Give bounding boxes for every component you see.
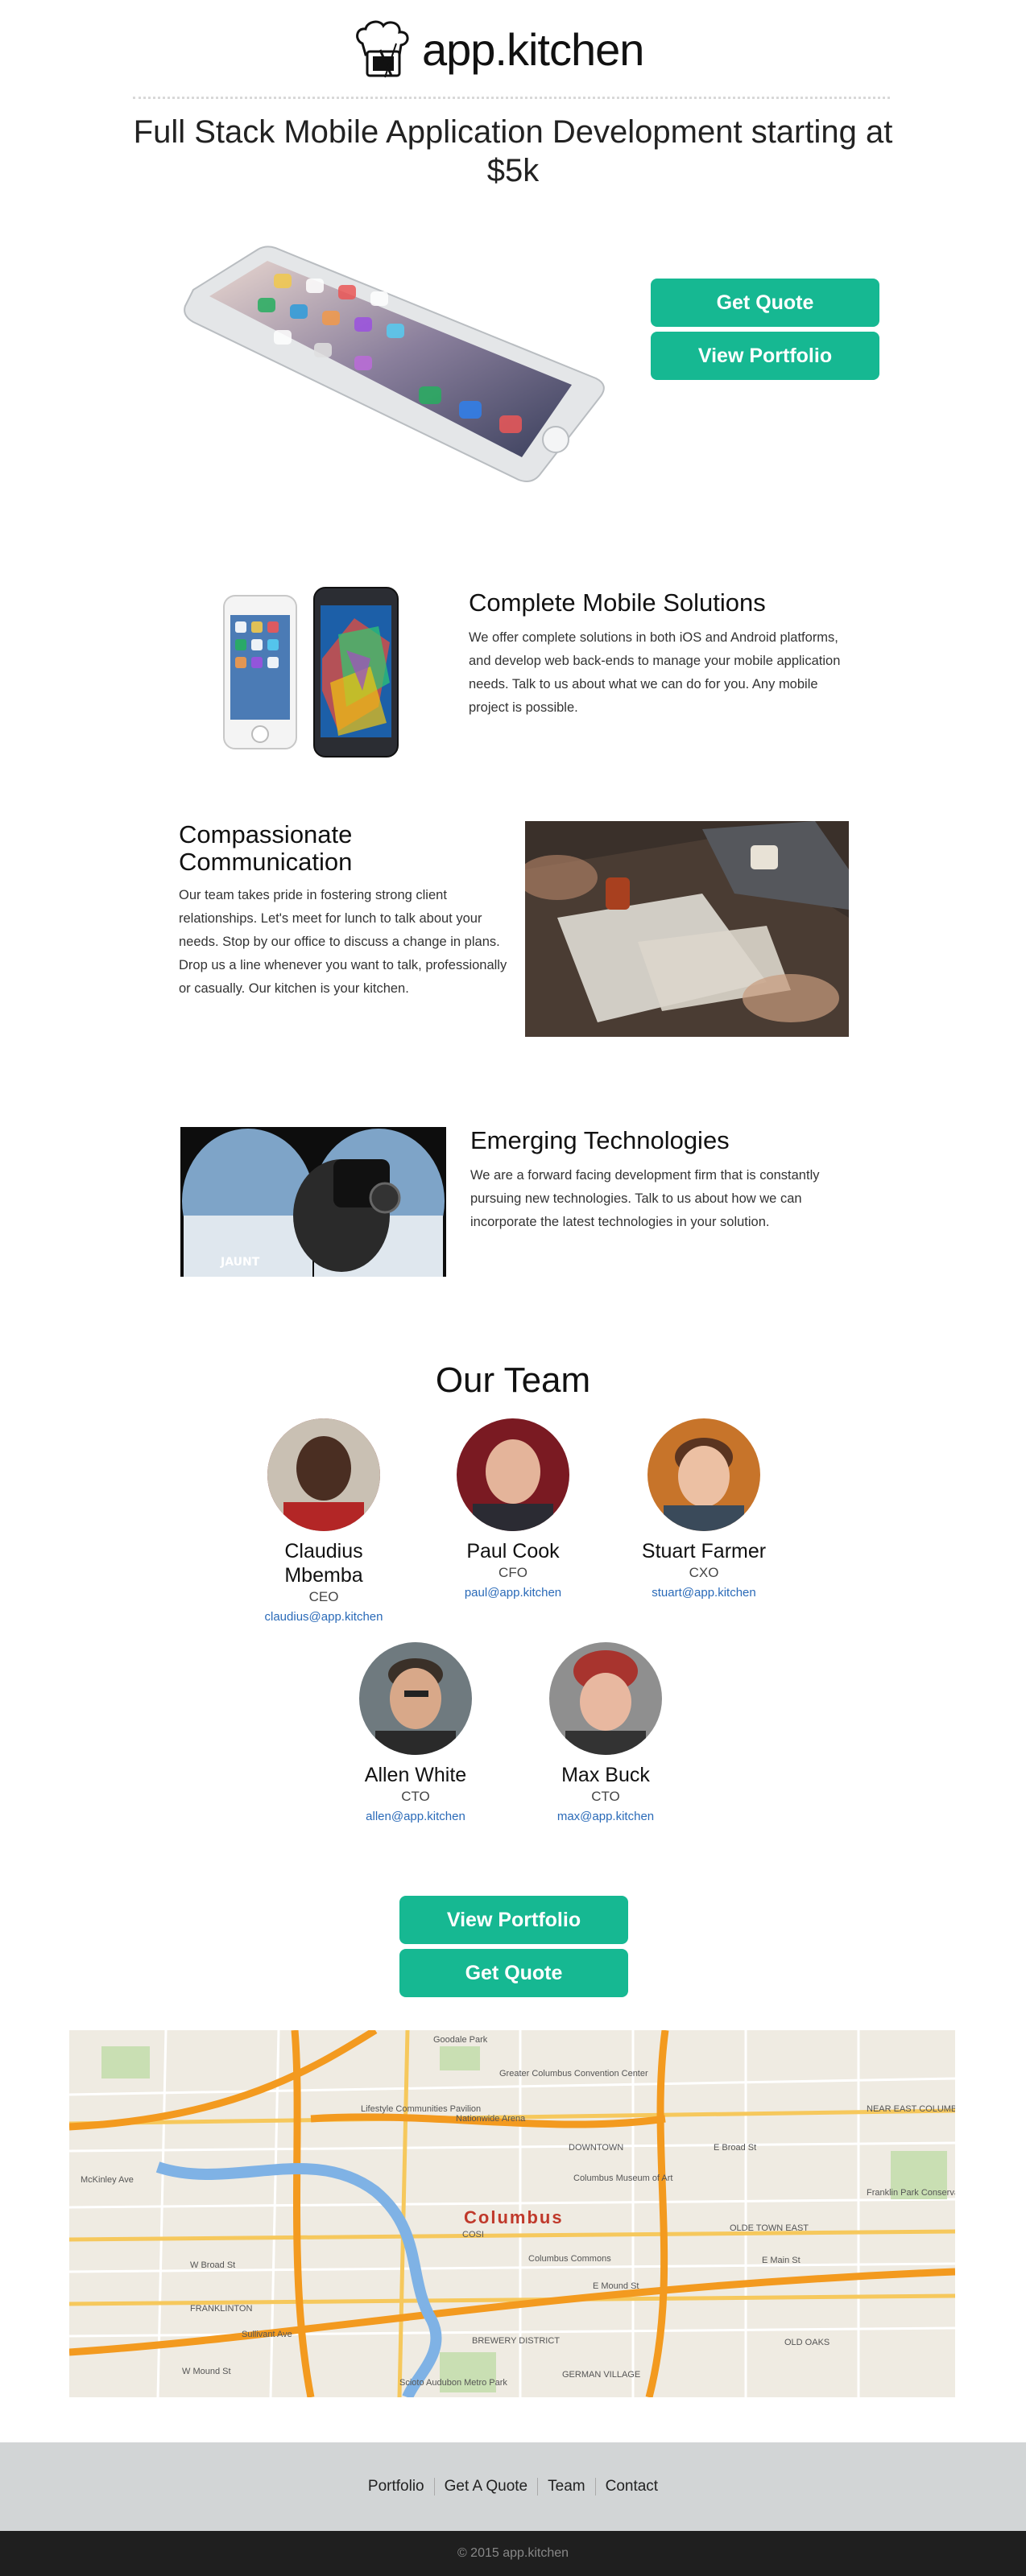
mobile-devices-image	[217, 586, 403, 758]
member-name: Allen White	[364, 1764, 467, 1786]
map-label: Columbus Commons	[528, 2254, 611, 2264]
footer-nav: Portfolio Get A Quote Team Contact	[0, 2442, 1026, 2531]
map-label: BREWERY DISTRICT	[472, 2336, 560, 2346]
site-header: app.kitchen	[0, 0, 1026, 97]
feature-body-communication: Our team takes pride in fostering strong…	[179, 888, 507, 996]
copyright-bar: © 2015 app.kitchen	[0, 2531, 1026, 2576]
bottom-view-portfolio-button[interactable]: View Portfolio	[399, 1896, 628, 1944]
footer-link-get-a-quote[interactable]: Get A Quote	[435, 2478, 539, 2496]
map-label: OLDE TOWN EAST	[730, 2223, 809, 2233]
member-email-link[interactable]: stuart@app.kitchen	[623, 1586, 784, 1600]
page-headline: Full Stack Mobile Application Developmen…	[133, 114, 893, 188]
member-role: CEO	[308, 1589, 339, 1604]
team-member-card: Stuart Farmer CXO stuart@app.kitchen	[623, 1418, 784, 1600]
member-email-link[interactable]: allen@app.kitchen	[335, 1810, 496, 1823]
location-map[interactable]: Columbus Goodale Park Nationwide Arena L…	[69, 2030, 955, 2397]
avatar	[457, 1418, 569, 1531]
team-member-card: Claudius Mbemba CEO claudius@app.kitchen	[243, 1418, 404, 1624]
map-label: DOWNTOWN	[569, 2143, 624, 2153]
map-label: COSI	[462, 2230, 484, 2240]
team-section-title: Our Team	[435, 1360, 591, 1400]
feature-body-mobile: We offer complete solutions in both iOS …	[469, 630, 841, 715]
map-label: Scioto Audubon Metro Park	[399, 2378, 507, 2388]
member-role: CTO	[401, 1789, 430, 1804]
meeting-photo-image	[525, 821, 849, 1037]
map-label: McKinley Ave	[81, 2175, 134, 2185]
map-label: Lifestyle Communities Pavilion	[361, 2104, 482, 2114]
avatar	[267, 1418, 380, 1531]
brand-name: app.kitchen	[422, 24, 644, 75]
team-member-card: Max Buck CTO max@app.kitchen	[525, 1642, 686, 1823]
avatar	[359, 1642, 472, 1755]
team-member-card: Allen White CTO allen@app.kitchen	[335, 1642, 496, 1823]
feature-body-emerging: We are a forward facing development firm…	[470, 1168, 820, 1229]
member-email-link[interactable]: max@app.kitchen	[525, 1810, 686, 1823]
member-role: CXO	[689, 1565, 719, 1580]
team-member-card: Paul Cook CFO paul@app.kitchen	[432, 1418, 594, 1600]
header-divider	[133, 97, 890, 99]
feature-title-communication: Compassionate Communication	[179, 820, 353, 876]
map-label: Sullivant Ave	[242, 2330, 292, 2339]
map-label: GERMAN VILLAGE	[562, 2370, 641, 2380]
map-label: Franklin Park Conservatory	[867, 2188, 955, 2198]
member-name: Claudius Mbemba	[284, 1540, 363, 1587]
brand-logo[interactable]: app.kitchen	[351, 19, 673, 80]
member-role: CTO	[591, 1789, 620, 1804]
chef-hat-logo-icon	[356, 20, 409, 78]
map-label: E Mound St	[593, 2281, 639, 2291]
footer-link-portfolio[interactable]: Portfolio	[358, 2478, 435, 2496]
svg-text:JAUNT: JAUNT	[220, 1256, 260, 1269]
vr-headset-image: JAUNT	[180, 1127, 446, 1277]
map-label: W Mound St	[182, 2367, 231, 2376]
map-label: E Broad St	[714, 2143, 757, 2153]
map-label: E Main St	[762, 2256, 801, 2265]
member-name: Paul Cook	[466, 1540, 560, 1563]
footer-link-team[interactable]: Team	[538, 2478, 596, 2496]
map-label: Greater Columbus Convention Center	[499, 2069, 648, 2079]
map-label: Columbus Museum of Art	[573, 2174, 673, 2183]
feature-title-emerging: Emerging Technologies	[470, 1126, 730, 1154]
bottom-get-quote-button[interactable]: Get Quote	[399, 1949, 628, 1997]
map-label: Nationwide Arena	[456, 2114, 526, 2124]
avatar	[549, 1642, 662, 1755]
hero-get-quote-button[interactable]: Get Quote	[651, 279, 879, 327]
map-label: W Broad St	[190, 2260, 236, 2270]
footer-link-contact[interactable]: Contact	[596, 2478, 668, 2496]
map-label: Goodale Park	[433, 2035, 488, 2045]
member-email-link[interactable]: paul@app.kitchen	[432, 1586, 594, 1600]
feature-title-mobile: Complete Mobile Solutions	[469, 588, 766, 617]
hero-iphone-image	[177, 242, 612, 499]
map-label: FRANKLINTON	[190, 2304, 253, 2314]
member-name: Max Buck	[561, 1764, 650, 1786]
member-email-link[interactable]: claudius@app.kitchen	[243, 1610, 404, 1624]
member-role: CFO	[499, 1565, 527, 1580]
map-label: NEAR EAST COLUMBUS	[867, 2104, 955, 2114]
member-name: Stuart Farmer	[641, 1540, 767, 1563]
map-label: OLD OAKS	[784, 2338, 830, 2347]
hero-view-portfolio-button[interactable]: View Portfolio	[651, 332, 879, 380]
map-city-label: Columbus	[464, 2207, 564, 2227]
avatar	[647, 1418, 760, 1531]
